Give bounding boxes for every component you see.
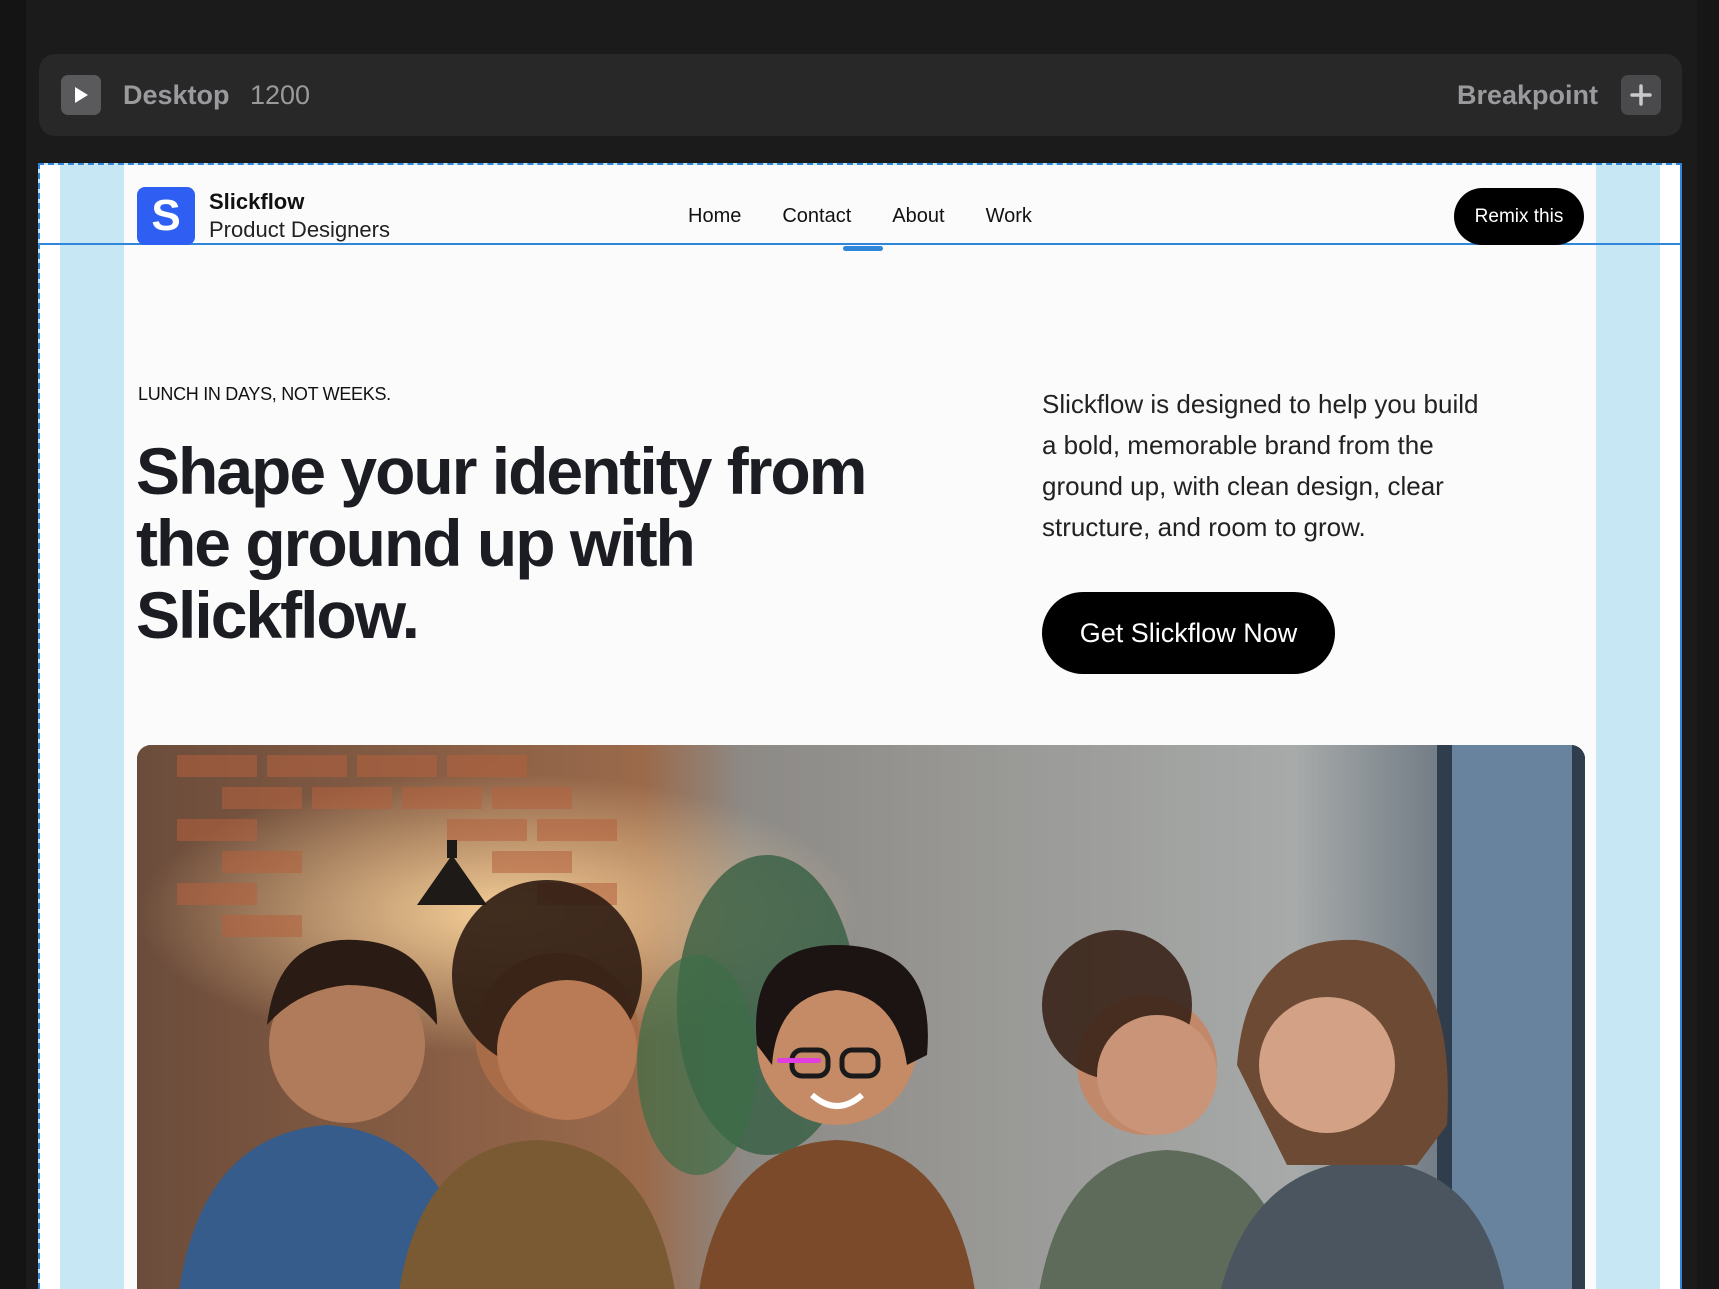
get-slickflow-button[interactable]: Get Slickflow Now: [1042, 592, 1335, 674]
plus-icon: [1630, 84, 1652, 106]
nav-link-contact[interactable]: Contact: [782, 205, 851, 228]
right-sidebar-rail: [1697, 0, 1719, 1289]
nav-link-home[interactable]: Home: [688, 205, 741, 228]
remix-button[interactable]: Remix this: [1454, 188, 1584, 245]
hero-eyebrow: LUNCH IN DAYS, NOT WEEKS.: [138, 384, 391, 404]
canvas-margin-right: [1660, 165, 1680, 1289]
nav-links: Home Contact About Work: [688, 205, 1073, 228]
design-canvas[interactable]: S Slickflow Product Designers Home Conta…: [38, 163, 1682, 1289]
breakpoint-label[interactable]: Breakpoint: [1457, 78, 1598, 112]
add-breakpoint-button[interactable]: [1621, 75, 1661, 115]
site-page: S Slickflow Product Designers Home Conta…: [40, 165, 1680, 1289]
hero-headline: Shape your identity from the ground up w…: [136, 434, 867, 652]
left-sidebar-rail: [0, 0, 26, 1289]
nav-link-work[interactable]: Work: [986, 205, 1032, 228]
canvas-margin-left: [40, 165, 60, 1289]
device-label[interactable]: Desktop: [123, 78, 230, 112]
breakpoint-toolbar: Desktop 1200 Breakpoint: [39, 54, 1682, 136]
resize-handle[interactable]: [843, 246, 883, 251]
width-value: 1200: [250, 80, 311, 110]
hero-description: Slickflow is designed to help you build …: [1042, 389, 1479, 542]
team-photo-illustration: [137, 745, 1585, 1289]
site-navbar[interactable]: S Slickflow Product Designers Home Conta…: [124, 165, 1596, 245]
preview-button[interactable]: [61, 75, 101, 115]
brand-name: Slickflow: [209, 189, 305, 214]
logo-icon[interactable]: S: [137, 187, 195, 245]
hero-team-photo: [137, 745, 1585, 1289]
brand-tagline: Product Designers: [209, 217, 390, 242]
nav-link-about[interactable]: About: [892, 205, 944, 228]
play-icon: [75, 87, 88, 103]
